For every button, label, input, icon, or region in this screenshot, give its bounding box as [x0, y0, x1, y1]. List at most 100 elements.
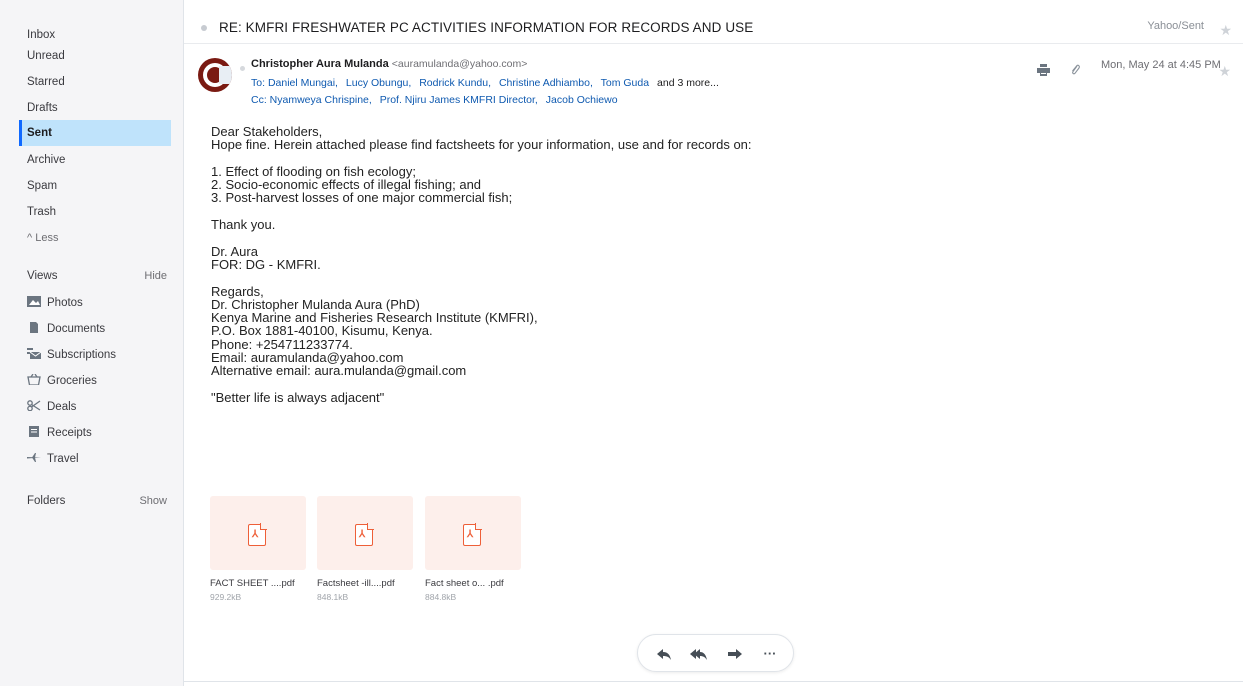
message-body: Dear Stakeholders, Hope fine. Herein atta… [211, 124, 752, 405]
sidebar-view-receipts[interactable]: Receipts [19, 420, 171, 446]
attachment[interactable]: ⅄ Fact sheet o... .pdf 884.8kB [425, 496, 521, 602]
attachment-preview[interactable]: ⅄ [317, 496, 413, 570]
sidebar-item-trash[interactable]: Trash [19, 199, 171, 225]
sidebar-item-label: Photos [47, 297, 83, 309]
pdf-icon: ⅄ [463, 523, 482, 546]
sidebar-item-label: Subscriptions [47, 349, 117, 361]
sidebar-view-documents[interactable]: Documents [19, 316, 171, 342]
avatar [198, 58, 232, 92]
plane-icon [27, 453, 41, 462]
body-line: FOR: DG - KMFRI. [211, 256, 321, 272]
sidebar-item-label: Receipts [47, 427, 92, 439]
sidebar-item-label: Spam [27, 180, 58, 192]
body-line: Dr. Aura [211, 243, 258, 259]
more-recipients-link[interactable]: and 3 more... [657, 77, 719, 89]
forward-icon[interactable] [725, 644, 745, 664]
reply-all-icon[interactable] [689, 644, 709, 664]
receipt-icon [29, 426, 39, 437]
cc-label: Cc: [251, 94, 267, 106]
body-line: Hope fine. Herein attached please find f… [211, 137, 752, 153]
body-line: Thank you. [211, 217, 276, 233]
sidebar-less-toggle[interactable]: ^ Less [19, 225, 171, 251]
attachment-name: Fact sheet o... .pdf [425, 578, 504, 589]
star-icon[interactable]: ★ [1218, 63, 1231, 80]
body-line: 1. Effect of flooding on fish ecology; [211, 163, 417, 179]
sidebar-item-label: Documents [47, 323, 106, 335]
attachment[interactable]: ⅄ FACT SHEET ....pdf 929.2kB [210, 496, 306, 602]
message-subject: RE: KMFRI FRESHWATER PC ACTIVITIES INFOR… [219, 20, 754, 35]
divider [184, 681, 1243, 682]
sidebar-item-sent[interactable]: Sent [19, 120, 171, 146]
attachment-clip-icon[interactable] [1070, 63, 1080, 76]
recipient[interactable]: Daniel Mungai, [268, 77, 338, 89]
sidebar-item-label: Deals [47, 401, 77, 413]
sidebar-view-deals[interactable]: Deals [19, 394, 171, 420]
body-line: Dr. Christopher Mulanda Aura (PhD) [211, 296, 420, 312]
message-pane: RE: KMFRI FRESHWATER PC ACTIVITIES INFOR… [183, 0, 1243, 686]
attachment-size: 848.1kB [317, 592, 349, 602]
sender-name[interactable]: Christopher Aura Mulanda [251, 58, 389, 70]
sender-email: <auramulanda@yahoo.com> [391, 58, 528, 70]
recipient[interactable]: Christine Adhiambo, [499, 77, 593, 89]
sidebar-item-starred[interactable]: Starred [19, 69, 171, 95]
body-line: P.O. Box 1881-40100, Kisumu, Kenya. [211, 323, 433, 339]
attachment-size: 884.8kB [425, 592, 457, 602]
cc-recipient[interactable]: Nyamweya Chrispine, [270, 94, 372, 106]
body-line: Dear Stakeholders, [211, 124, 323, 139]
sidebar-view-groceries[interactable]: Groceries [19, 368, 171, 394]
views-heading: Views Hide [27, 270, 167, 282]
body-line: "Better life is always adjacent" [211, 389, 385, 405]
to-line: To: Daniel Mungai, Lucy Obungu, Rodrick … [251, 77, 719, 89]
pdf-icon: ⅄ [355, 523, 374, 546]
print-icon[interactable] [1037, 64, 1050, 76]
sidebar-view-subscriptions[interactable]: Subscriptions [19, 342, 171, 368]
views-hide-toggle[interactable]: Hide [144, 270, 167, 282]
recipient[interactable]: Lucy Obungu, [346, 77, 411, 89]
folder-path: Yahoo/Sent [1147, 20, 1204, 32]
pdf-icon: ⅄ [248, 523, 267, 546]
views-heading-label: Views [27, 270, 58, 282]
message-date: Mon, May 24 at 4:45 PM [1101, 59, 1221, 71]
attachment-preview[interactable]: ⅄ [425, 496, 521, 570]
folders-show-toggle[interactable]: Show [139, 495, 167, 507]
cc-recipient[interactable]: Prof. Njiru James KMFRI Director, [380, 94, 538, 106]
more-options-icon[interactable]: ··· [760, 644, 780, 664]
sidebar-item-label: Groceries [47, 375, 97, 387]
photos-icon [27, 296, 41, 307]
star-icon[interactable]: ★ [1219, 22, 1232, 39]
sender-status-dot-icon [240, 66, 245, 71]
reply-icon[interactable] [654, 644, 674, 664]
sidebar-item-label: Sent [27, 127, 52, 139]
unread-dot-icon[interactable] [201, 25, 207, 31]
sidebar-view-photos[interactable]: Photos [19, 290, 171, 316]
groceries-icon [27, 374, 41, 385]
scissors-icon [27, 400, 41, 411]
document-icon [30, 322, 38, 333]
sidebar-item-archive[interactable]: Archive [19, 147, 171, 173]
sidebar-item-spam[interactable]: Spam [19, 173, 171, 199]
body-line: 2. Socio-economic effects of illegal fis… [211, 177, 482, 193]
sidebar-item-label: Trash [27, 206, 56, 218]
attachment-name: FACT SHEET ....pdf [210, 578, 295, 589]
sidebar-item-label: Inbox [27, 29, 56, 41]
attachment-preview[interactable]: ⅄ [210, 496, 306, 570]
attachment-name: Factsheet -ill....pdf [317, 578, 395, 589]
sidebar: Inbox Unread Starred Drafts Sent Archive… [0, 0, 180, 686]
body-line: 3. Post-harvest losses of one major comm… [211, 190, 513, 206]
attachment[interactable]: ⅄ Factsheet -ill....pdf 848.1kB [317, 496, 413, 602]
cc-recipient[interactable]: Jacob Ochiewo [546, 94, 618, 106]
sidebar-item-drafts[interactable]: Drafts [19, 95, 171, 121]
sidebar-item-label: Archive [27, 154, 66, 166]
body-line: Regards, [211, 283, 264, 299]
recipient[interactable]: Rodrick Kundu, [419, 77, 491, 89]
sidebar-item-unread[interactable]: Unread [19, 43, 171, 69]
reply-toolbar: ··· [637, 634, 794, 672]
recipient[interactable]: Tom Guda [601, 77, 649, 89]
sidebar-view-travel[interactable]: Travel [19, 446, 171, 472]
folders-heading-label: Folders [27, 495, 66, 507]
